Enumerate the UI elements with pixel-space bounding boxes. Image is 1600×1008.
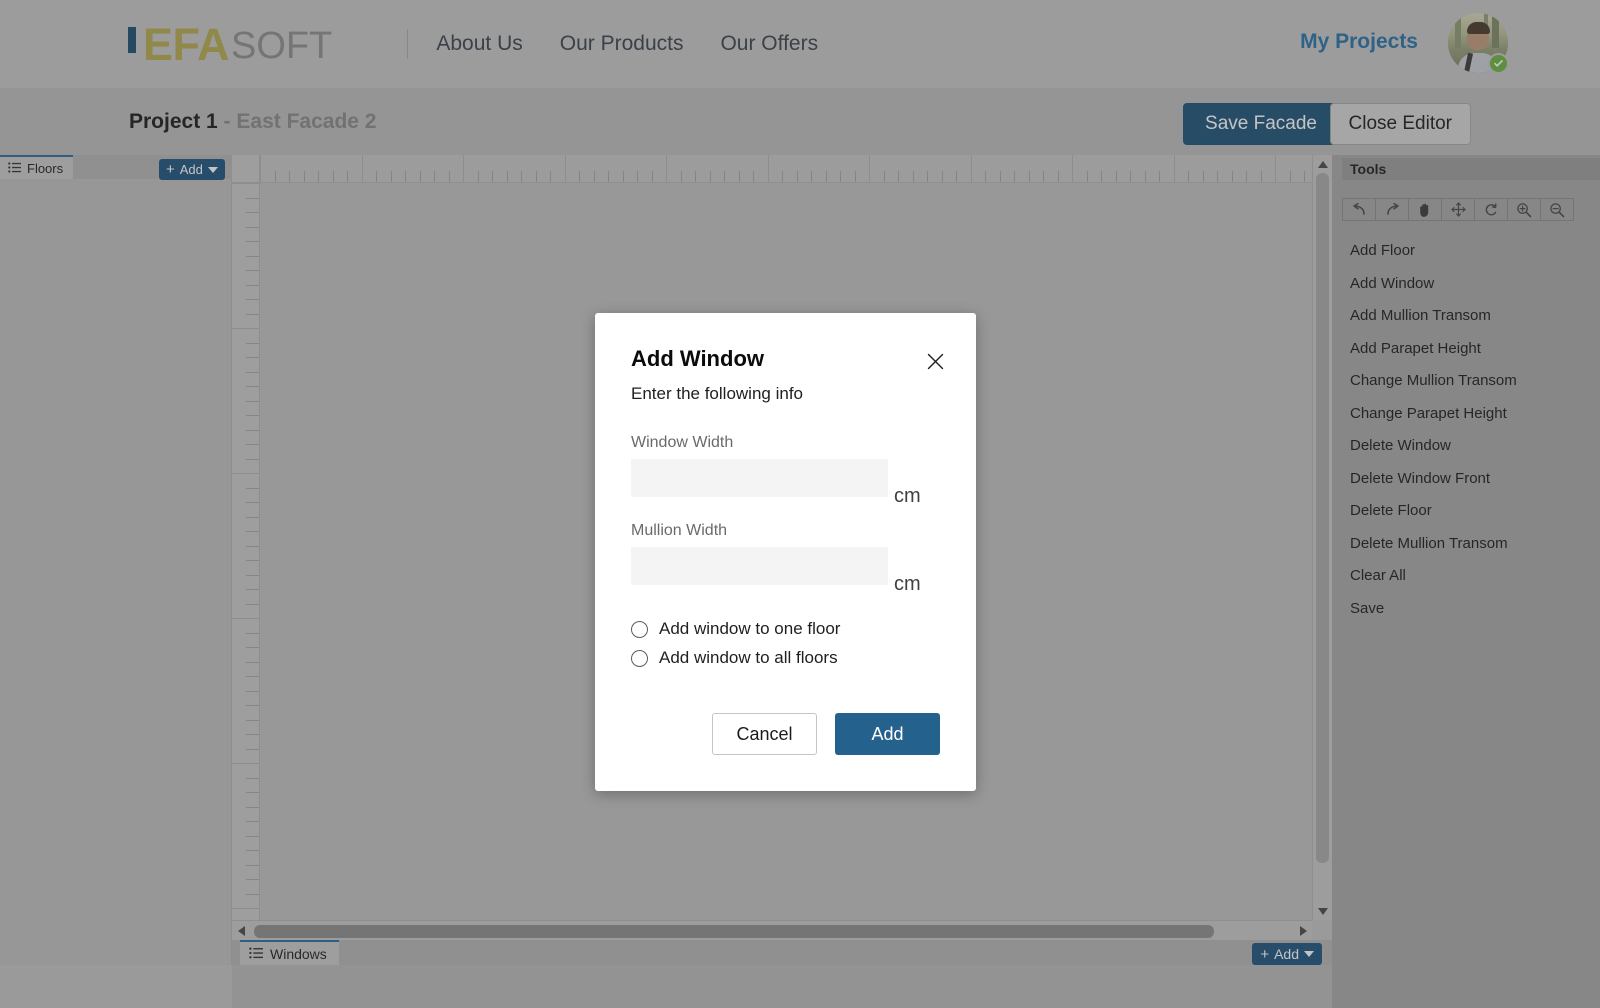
radio-one-floor-label: Add window to one floor xyxy=(659,619,841,638)
dialog-title: Add Window xyxy=(631,346,764,371)
window-width-input[interactable] xyxy=(631,459,888,497)
window-width-unit: cm xyxy=(894,485,921,507)
add-button[interactable]: Add xyxy=(835,713,940,755)
close-icon[interactable] xyxy=(922,348,948,374)
radio-add-window-to-one-floor[interactable]: Add window to one floor xyxy=(631,619,840,639)
radio-circle-icon xyxy=(631,649,648,667)
radio-all-floors-label: Add window to all floors xyxy=(659,648,838,667)
radio-circle-icon xyxy=(631,620,648,638)
mullion-width-label: Mullion Width xyxy=(631,522,728,539)
window-width-label: Window Width xyxy=(631,434,734,451)
cancel-button[interactable]: Cancel xyxy=(712,713,817,755)
add-window-dialog: Add Window Enter the following info Wind… xyxy=(595,313,976,791)
app-root: EFA SOFT About Us Our Products Our Offer… xyxy=(0,0,1600,1008)
radio-add-window-to-all-floors[interactable]: Add window to all floors xyxy=(631,648,838,668)
dialog-subtitle: Enter the following info xyxy=(631,384,803,403)
mullion-width-input[interactable] xyxy=(631,547,888,585)
mullion-width-unit: cm xyxy=(894,573,921,595)
